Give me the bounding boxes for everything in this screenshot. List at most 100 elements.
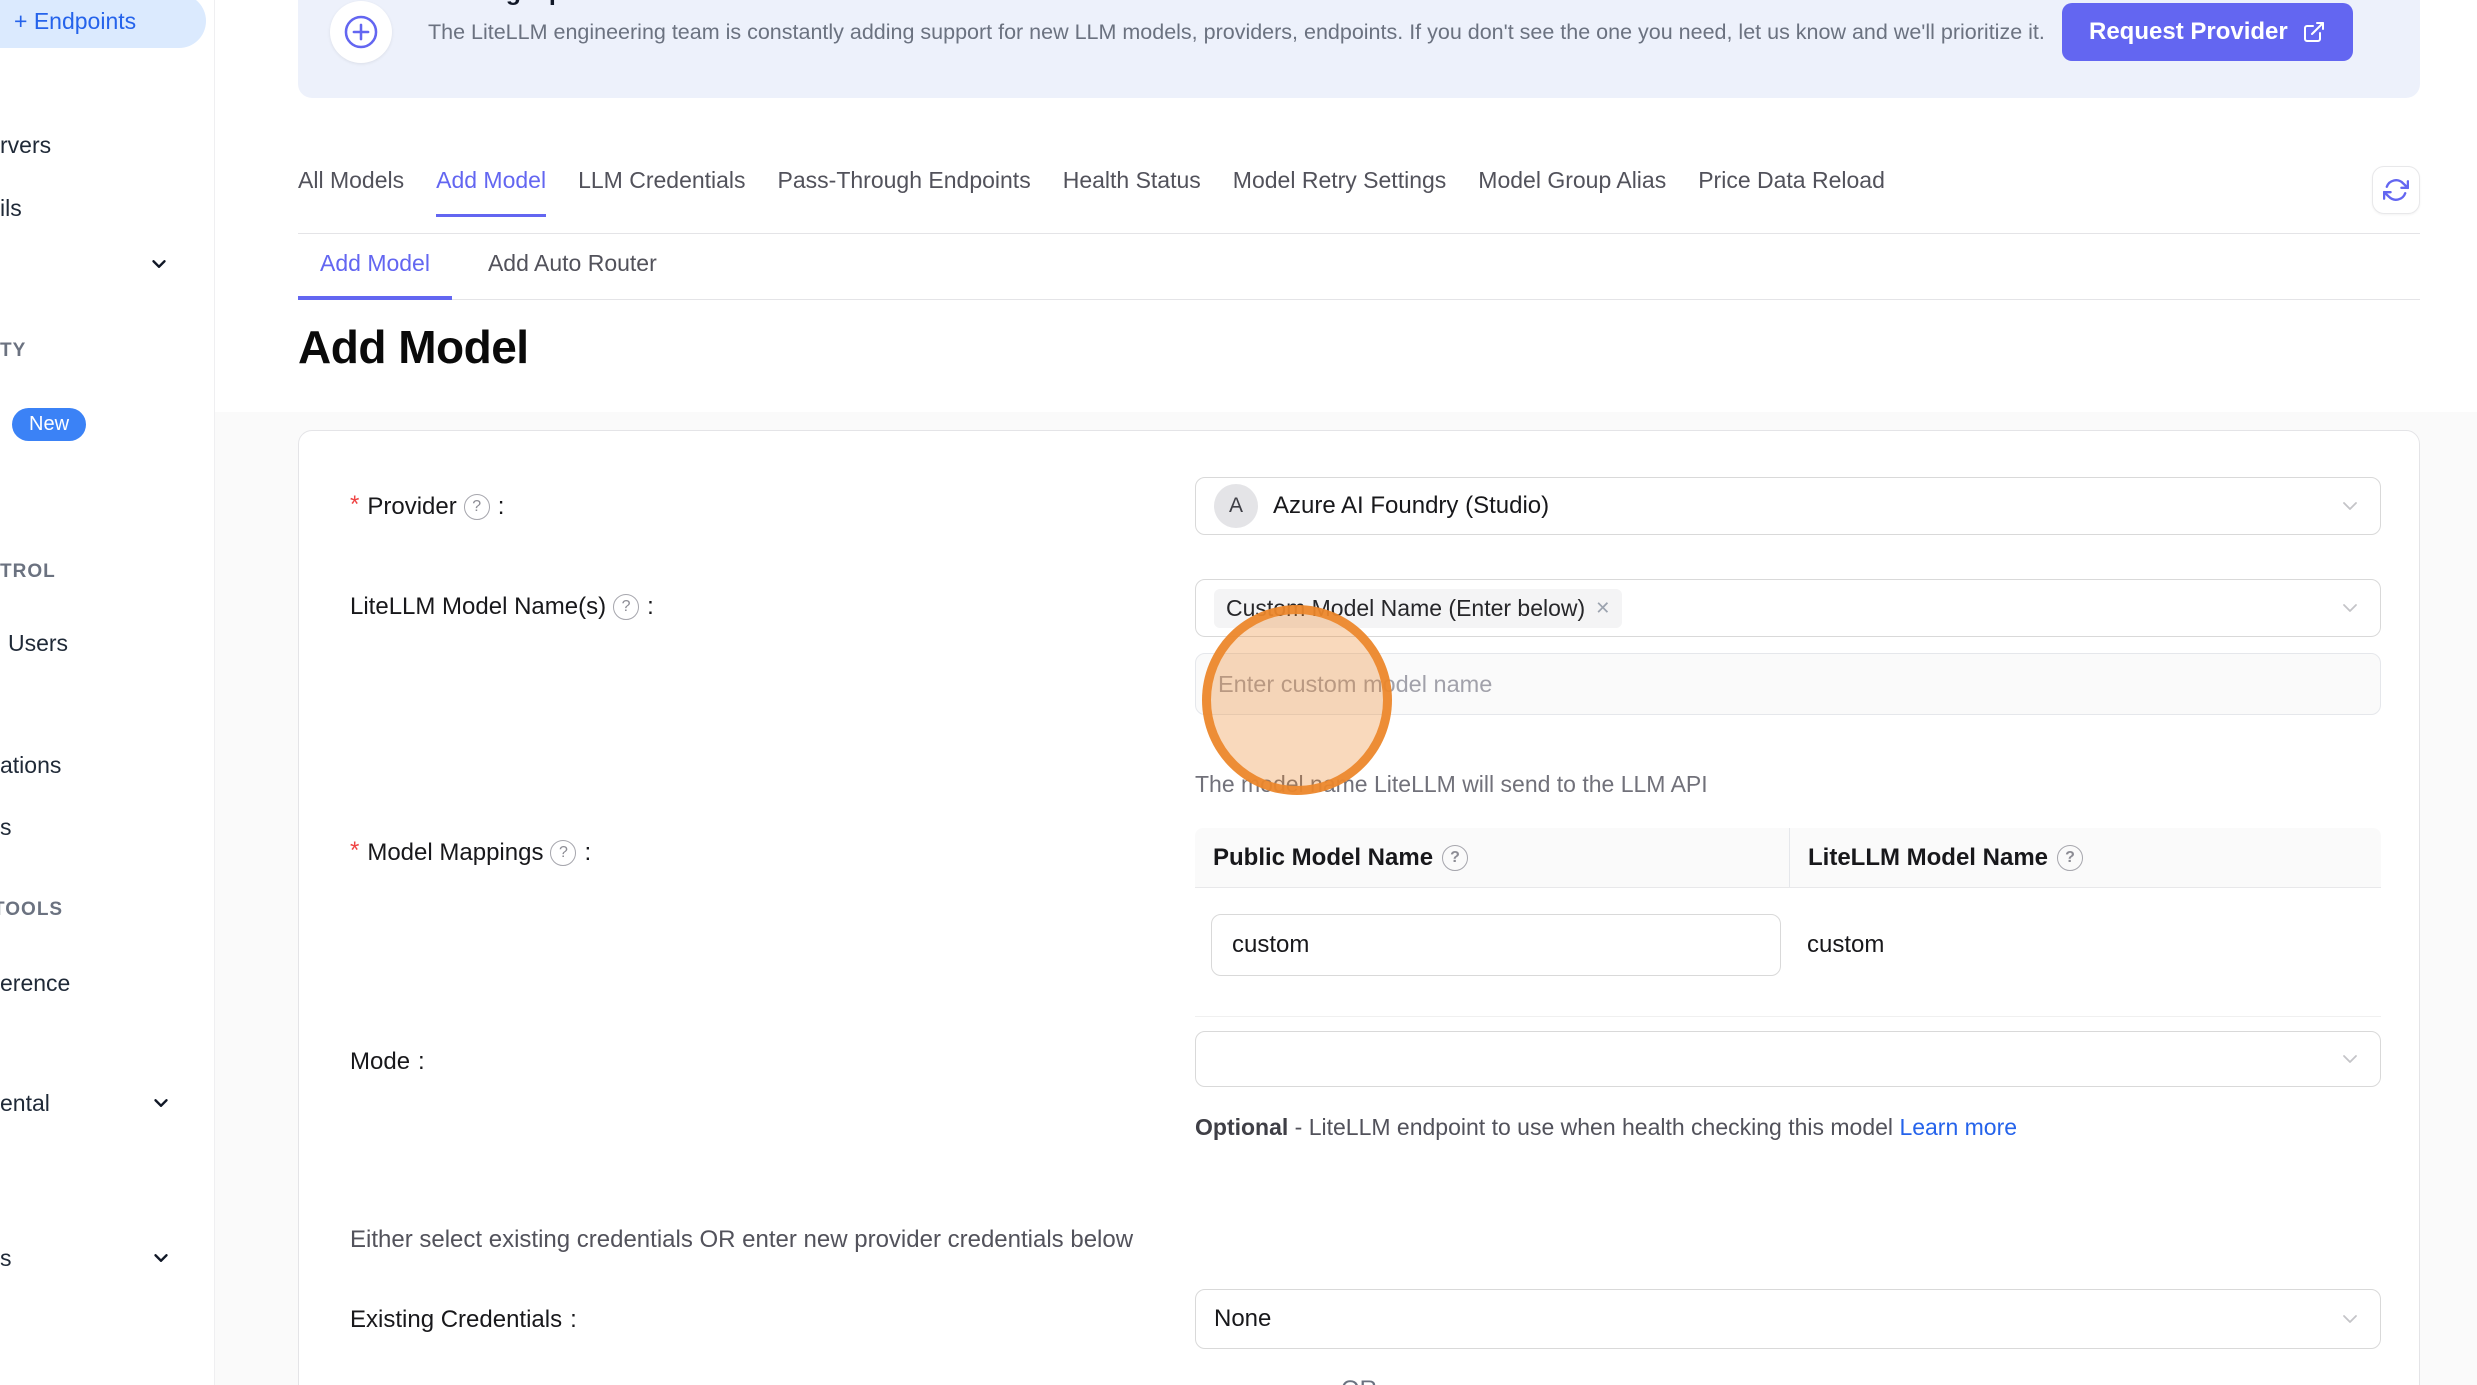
tab-health-status[interactable]: Health Status bbox=[1063, 163, 1201, 197]
learn-more-link[interactable]: Learn more bbox=[1899, 1114, 2017, 1140]
litellm-admin-app: + Endpoints rvers ils TY New TROL Users … bbox=[0, 0, 2477, 1385]
existing-credentials-value: None bbox=[1214, 1305, 1271, 1333]
model-hub-tabs: All Models Add Model LLM Credentials Pas… bbox=[298, 163, 2420, 234]
tab-price-data-reload[interactable]: Price Data Reload bbox=[1698, 163, 1885, 197]
new-badge: New bbox=[12, 408, 86, 441]
sidebar-item-users[interactable]: Users bbox=[8, 626, 68, 660]
sidebar-section-trol: TROL bbox=[0, 557, 56, 587]
label-colon: : bbox=[647, 591, 654, 623]
model-mappings-label: * Model Mappings ? : bbox=[350, 837, 591, 869]
column-public-model-name: Public Model Name ? bbox=[1195, 828, 1789, 887]
existing-credentials-label: Existing Credentials : bbox=[350, 1304, 577, 1336]
chevron-down-icon bbox=[150, 1092, 172, 1114]
question-circle-icon[interactable]: ? bbox=[1442, 845, 1468, 871]
chevron-down-icon bbox=[150, 1247, 172, 1269]
model-mappings-header: Public Model Name ? LiteLLM Model Name ? bbox=[1195, 828, 2381, 888]
provider-avatar: A bbox=[1214, 484, 1258, 528]
sidebar-group-collapse[interactable] bbox=[148, 253, 170, 275]
column-public-model-name-text: Public Model Name bbox=[1213, 844, 1433, 872]
sidebar-section-tools: TOOLS bbox=[0, 895, 63, 925]
model-mappings-table: Public Model Name ? LiteLLM Model Name ?… bbox=[1195, 828, 2381, 1017]
request-provider-button[interactable]: Request Provider bbox=[2062, 3, 2353, 61]
tab-model-retry-settings[interactable]: Model Retry Settings bbox=[1233, 163, 1446, 197]
sidebar-item-servers[interactable]: rvers bbox=[0, 128, 51, 162]
mode-label-text: Mode bbox=[350, 1046, 410, 1078]
model-name-helper: The model name LiteLLM will send to the … bbox=[1195, 771, 1708, 798]
chevron-down-icon bbox=[2338, 494, 2362, 518]
label-colon: : bbox=[498, 491, 505, 523]
sidebar-item-endpoints[interactable]: + Endpoints bbox=[0, 0, 206, 48]
label-colon: : bbox=[418, 1046, 425, 1078]
add-model-subtabs: Add Model Add Auto Router bbox=[298, 246, 2420, 300]
required-mark: * bbox=[350, 489, 359, 521]
label-colon: : bbox=[584, 837, 591, 869]
selected-model-tag-label: Custom Model Name (Enter below) bbox=[1226, 595, 1585, 622]
custom-model-name-input[interactable] bbox=[1195, 653, 2381, 715]
question-circle-icon[interactable]: ? bbox=[2057, 845, 2083, 871]
subtab-add-auto-router[interactable]: Add Auto Router bbox=[466, 246, 679, 280]
mode-helper-text: - LiteLLM endpoint to use when health ch… bbox=[1288, 1114, 1899, 1140]
tab-model-group-alias[interactable]: Model Group Alias bbox=[1478, 163, 1666, 197]
model-names-label: LiteLLM Model Name(s) ? : bbox=[350, 591, 654, 623]
tab-pass-through-endpoints[interactable]: Pass-Through Endpoints bbox=[778, 163, 1031, 197]
mode-helper-bold: Optional bbox=[1195, 1114, 1288, 1140]
missing-provider-banner: Missing a provider? The LiteLLM engineer… bbox=[298, 0, 2420, 98]
sidebar-item-details[interactable]: ils bbox=[0, 191, 22, 225]
model-mappings-label-text: Model Mappings bbox=[367, 837, 543, 869]
public-model-name-cell bbox=[1195, 914, 1789, 976]
sidebar-item-reference[interactable]: erence bbox=[0, 966, 70, 1000]
provider-select-value: Azure AI Foundry (Studio) bbox=[1273, 492, 1549, 520]
credentials-note: Either select existing credentials OR en… bbox=[350, 1226, 1133, 1254]
sidebar-item-endpoints-label: + Endpoints bbox=[14, 8, 136, 35]
litellm-model-name-value: custom bbox=[1789, 931, 1884, 959]
refresh-button[interactable] bbox=[2372, 166, 2420, 214]
chevron-down-icon bbox=[2338, 1307, 2362, 1331]
close-icon[interactable]: ✕ bbox=[1595, 599, 1610, 617]
tab-llm-credentials[interactable]: LLM Credentials bbox=[578, 163, 745, 197]
main-content: Missing a provider? The LiteLLM engineer… bbox=[215, 0, 2477, 1385]
refresh-icon bbox=[2383, 177, 2409, 203]
external-link-icon bbox=[2302, 20, 2326, 44]
chevron-down-icon bbox=[148, 253, 170, 275]
page-title: Add Model bbox=[298, 320, 529, 374]
sidebar-experimental-collapse[interactable] bbox=[150, 1092, 172, 1114]
provider-label: * Provider ? : bbox=[350, 491, 504, 523]
chevron-down-icon bbox=[2338, 1047, 2362, 1071]
add-model-form-card: * Provider ? : A Azure AI Foundry (Studi… bbox=[298, 430, 2420, 1385]
provider-select[interactable]: A Azure AI Foundry (Studio) bbox=[1195, 477, 2381, 535]
mode-select[interactable] bbox=[1195, 1031, 2381, 1087]
model-names-label-text: LiteLLM Model Name(s) bbox=[350, 591, 606, 623]
sidebar-item-organizations[interactable]: ations bbox=[0, 748, 61, 782]
selected-model-tag: Custom Model Name (Enter below) ✕ bbox=[1214, 589, 1622, 628]
column-litellm-model-name-text: LiteLLM Model Name bbox=[1808, 844, 2048, 872]
tab-all-models[interactable]: All Models bbox=[298, 163, 404, 197]
sidebar: + Endpoints rvers ils TY New TROL Users … bbox=[0, 0, 215, 1385]
existing-credentials-label-text: Existing Credentials bbox=[350, 1304, 562, 1336]
column-litellm-model-name: LiteLLM Model Name ? bbox=[1789, 828, 2381, 887]
mode-helper: Optional - LiteLLM endpoint to use when … bbox=[1195, 1107, 2033, 1147]
label-colon: : bbox=[570, 1304, 577, 1336]
request-provider-label: Request Provider bbox=[2089, 18, 2288, 46]
existing-credentials-select[interactable]: None bbox=[1195, 1289, 2381, 1349]
sidebar-section-ty: TY bbox=[0, 336, 26, 366]
banner-description: The LiteLLM engineering team is constant… bbox=[428, 16, 2048, 49]
required-mark: * bbox=[350, 835, 359, 867]
chevron-down-icon bbox=[2338, 596, 2362, 620]
sidebar-item-s1[interactable]: s bbox=[0, 810, 12, 844]
plus-circle-icon bbox=[330, 1, 392, 63]
question-circle-icon[interactable]: ? bbox=[550, 840, 576, 866]
sidebar-item-experimental[interactable]: ental bbox=[0, 1086, 50, 1120]
mode-label: Mode : bbox=[350, 1046, 425, 1078]
banner-title: Missing a provider? bbox=[428, 0, 664, 7]
tab-add-model[interactable]: Add Model bbox=[436, 163, 546, 197]
model-mappings-row: custom bbox=[1195, 888, 2381, 1017]
provider-label-text: Provider bbox=[367, 491, 456, 523]
sidebar-item-s2[interactable]: s bbox=[0, 1241, 12, 1275]
sidebar-settings-collapse[interactable] bbox=[150, 1247, 172, 1269]
or-divider: OR bbox=[299, 1376, 2419, 1385]
question-circle-icon[interactable]: ? bbox=[464, 494, 490, 520]
public-model-name-input[interactable] bbox=[1211, 914, 1781, 976]
question-circle-icon[interactable]: ? bbox=[613, 594, 639, 620]
model-names-select[interactable]: Custom Model Name (Enter below) ✕ bbox=[1195, 579, 2381, 637]
subtab-add-model[interactable]: Add Model bbox=[298, 246, 452, 280]
